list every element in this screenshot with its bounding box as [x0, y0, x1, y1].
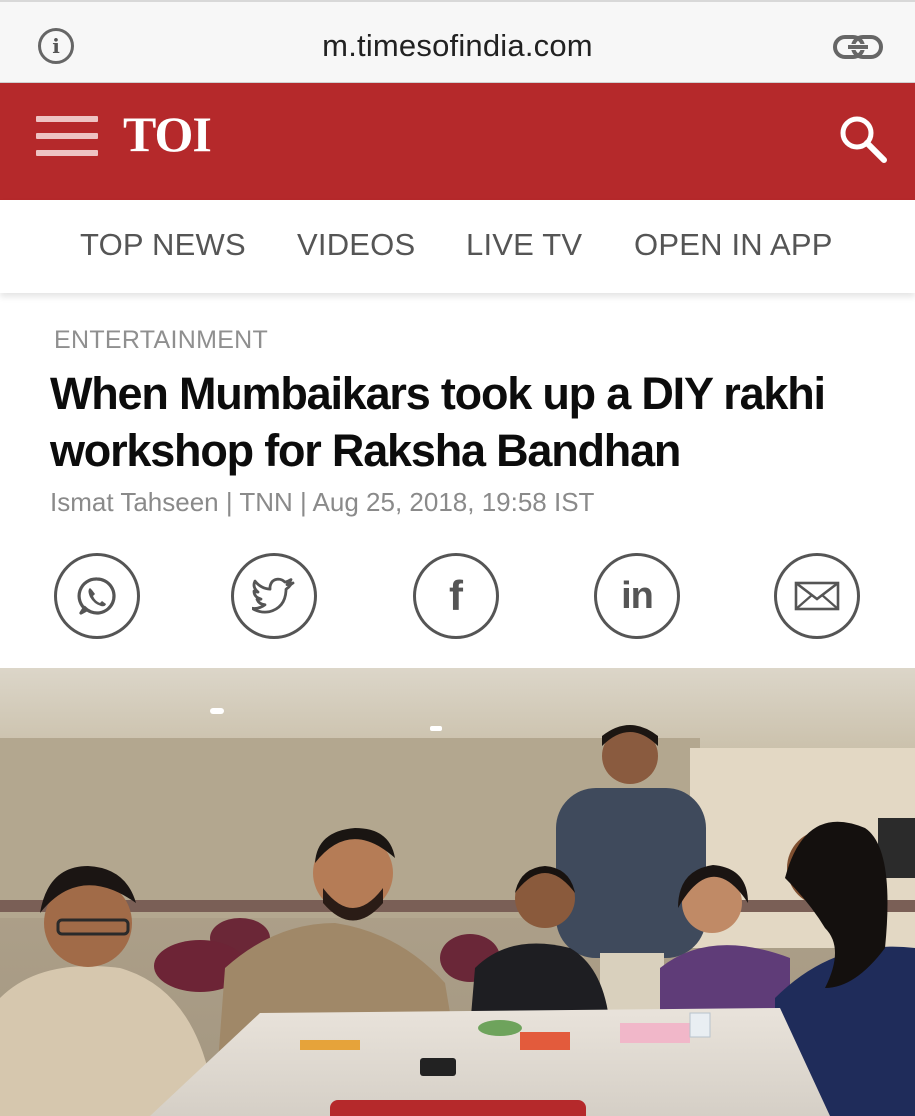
whatsapp-share-button[interactable] [54, 553, 140, 639]
linkedin-share-button[interactable]: in [594, 553, 680, 639]
facebook-share-button[interactable]: f [413, 553, 499, 639]
whatsapp-icon [77, 577, 116, 615]
site-logo[interactable]: TOI [123, 105, 212, 163]
floating-action-bar[interactable] [330, 1100, 586, 1116]
headline-line-1: When Mumbaikars took up a DIY rakhi [50, 368, 826, 419]
twitter-share-button[interactable] [231, 553, 317, 639]
tab-live-tv[interactable]: LIVE TV [466, 227, 582, 263]
article-byline: Ismat Tahseen | TNN | Aug 25, 2018, 19:5… [50, 487, 595, 517]
headline-line-2: workshop for Raksha Bandhan [50, 425, 681, 476]
tab-videos[interactable]: VIDEOS [297, 227, 415, 263]
hamburger-menu-icon[interactable] [36, 113, 98, 161]
article-headline: When Mumbaikars took up a DIY rakhi work… [50, 365, 880, 479]
tab-top-news[interactable]: TOP NEWS [80, 227, 246, 263]
linkedin-icon: in [621, 574, 654, 617]
article-section-label[interactable]: ENTERTAINMENT [54, 326, 268, 355]
browser-url-bar: i m.timesofindia.com [0, 0, 915, 83]
email-icon [794, 581, 840, 611]
search-icon[interactable] [837, 113, 889, 165]
facebook-icon: f [449, 572, 463, 619]
workshop-photo-illustration [0, 668, 915, 1116]
url-text[interactable]: m.timesofindia.com [0, 28, 915, 64]
link-icon[interactable] [833, 32, 883, 62]
email-share-button[interactable] [774, 553, 860, 639]
tab-open-in-app[interactable]: OPEN IN APP [634, 227, 833, 263]
site-header: TOI [0, 83, 915, 200]
top-nav: TOP NEWS VIDEOS LIVE TV OPEN IN APP [0, 200, 915, 293]
twitter-icon [252, 577, 295, 614]
article-photo[interactable] [0, 668, 915, 1116]
